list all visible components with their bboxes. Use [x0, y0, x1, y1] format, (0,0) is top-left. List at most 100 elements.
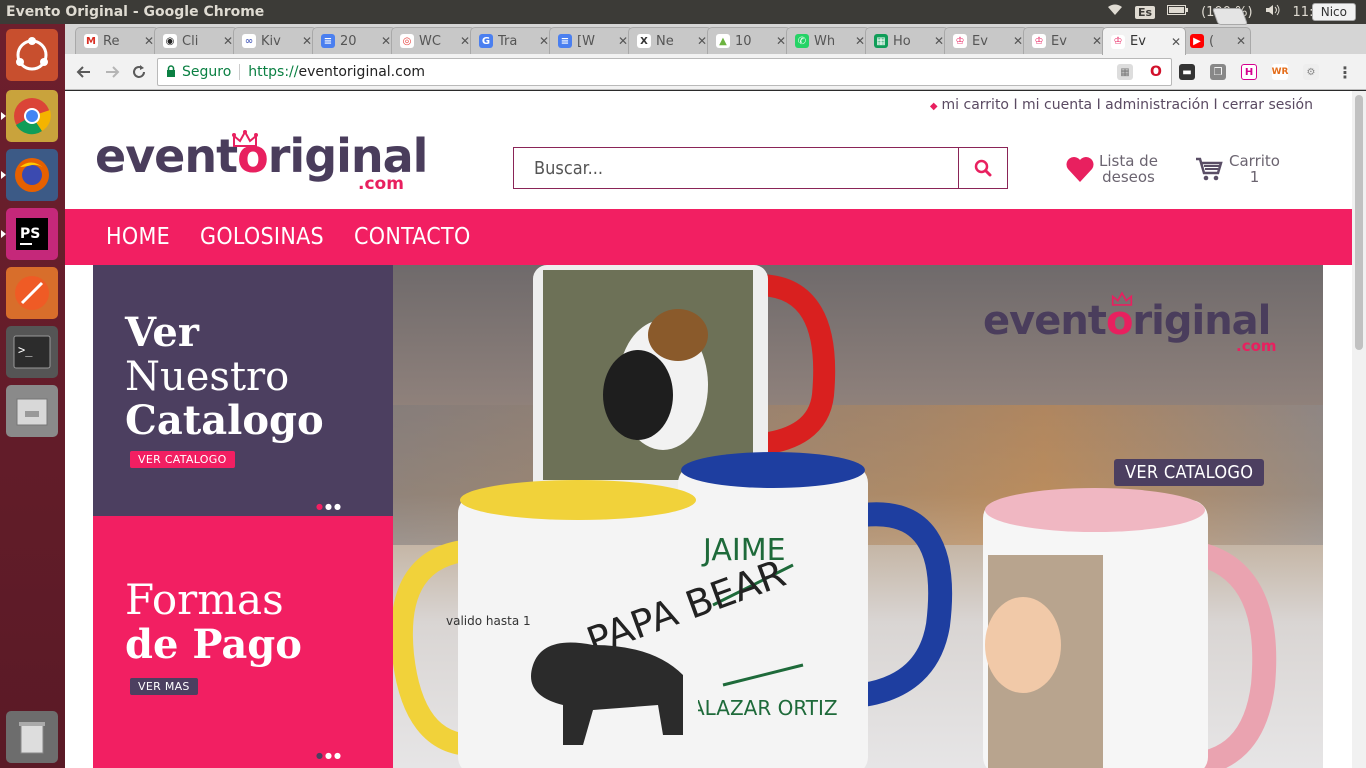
- hero-catalog-button[interactable]: VER CATALOGO: [1114, 459, 1265, 486]
- tab-favicon-icon: ♔: [1111, 34, 1125, 49]
- link-separator: I: [1009, 97, 1023, 113]
- search-input[interactable]: [514, 148, 958, 188]
- security-label[interactable]: Seguro: [182, 64, 231, 80]
- browser-tab[interactable]: G Tra ✕: [470, 27, 554, 54]
- browser-tab[interactable]: ♔ Ev ✕: [944, 27, 1028, 54]
- tab-close-icon[interactable]: ✕: [1092, 34, 1102, 48]
- cart-label: Carrito 1: [1229, 152, 1280, 186]
- volume-icon[interactable]: [1265, 4, 1281, 20]
- tab-close-icon[interactable]: ✕: [934, 34, 944, 48]
- browser-tab[interactable]: ◎ WC ✕: [391, 27, 475, 54]
- tab-close-icon[interactable]: ✕: [855, 34, 865, 48]
- nav-contacto[interactable]: CONTACTO: [354, 224, 471, 250]
- new-tab-button[interactable]: [1211, 8, 1249, 25]
- browser-tab[interactable]: ✆ Wh ✕: [786, 27, 870, 54]
- extension-h-icon[interactable]: H: [1241, 64, 1257, 80]
- files-launcher-icon[interactable]: [6, 385, 58, 437]
- terminal-launcher-icon[interactable]: >_: [6, 326, 58, 378]
- payment-promo-button[interactable]: VER MAS: [130, 678, 198, 695]
- my-account-link[interactable]: mi cuenta: [1022, 97, 1092, 113]
- tab-title: Ne: [656, 33, 674, 49]
- catalog-promo-panel[interactable]: Ver Nuestro Catalogo VER CATALOGO ●●●: [93, 265, 393, 516]
- extension-dark-icon[interactable]: ▬: [1179, 64, 1195, 80]
- browser-tab[interactable]: ♔ Ev ✕: [1023, 27, 1107, 54]
- tab-title: 20: [340, 33, 357, 49]
- extension-windows-icon[interactable]: ❐: [1210, 64, 1226, 80]
- browser-tab[interactable]: X Ne ✕: [628, 27, 712, 54]
- my-cart-link[interactable]: mi carrito: [942, 97, 1009, 113]
- keyboard-language-indicator[interactable]: Es: [1135, 5, 1156, 19]
- scrollbar-thumb[interactable]: [1355, 95, 1363, 350]
- catalog-promo-button[interactable]: VER CATALOGO: [130, 451, 235, 468]
- extension-grid-icon[interactable]: ▦: [1117, 64, 1133, 80]
- tab-close-icon[interactable]: ✕: [144, 34, 154, 48]
- carousel-dots[interactable]: ●●●: [316, 502, 343, 511]
- tab-favicon-icon: ▦: [874, 34, 888, 48]
- browser-tab-strip: M Re ✕ ◉ Cli ✕ ∞ Kiv ✕ ≡ 20 ✕ ◎ WC ✕ G Tra ✕ ≡ [W ✕ X Ne ✕ ▲ 10 ✕ ✆…: [65, 24, 1366, 55]
- extension-settings-icon[interactable]: ⚙: [1303, 64, 1319, 80]
- browser-tab[interactable]: ♔ Ev ✕: [1102, 27, 1186, 55]
- trash-launcher-icon[interactable]: [6, 711, 58, 763]
- browser-tab[interactable]: ▦ Ho ✕: [865, 27, 949, 54]
- browser-tab[interactable]: ◉ Cli ✕: [154, 27, 238, 54]
- tab-title: WC: [419, 33, 441, 49]
- tab-close-icon[interactable]: ✕: [618, 34, 628, 48]
- hero-logo: event o riginal .com: [983, 291, 1277, 354]
- tab-close-icon[interactable]: ✕: [776, 34, 786, 48]
- search-button[interactable]: [958, 148, 1007, 188]
- browser-tab[interactable]: ∞ Kiv ✕: [233, 27, 317, 54]
- admin-link[interactable]: administración: [1105, 97, 1209, 113]
- cart-link[interactable]: Carrito 1: [1195, 153, 1280, 185]
- wifi-icon[interactable]: [1107, 4, 1123, 20]
- hero-banner[interactable]: JAIME ALAZAR ORTIZ PAPA BEAR event o rigin…: [393, 265, 1323, 768]
- lock-icon[interactable]: [166, 64, 176, 80]
- browser-tab[interactable]: ▶ (✕: [1181, 27, 1251, 54]
- tab-close-icon[interactable]: ✕: [1171, 35, 1181, 49]
- nav-golosinas[interactable]: GOLOSINAS: [200, 224, 324, 250]
- user-links: ◆ mi carrito I mi cuenta I administración…: [930, 97, 1313, 113]
- url-scheme: https://: [248, 64, 299, 80]
- chrome-launcher-icon[interactable]: [1, 90, 58, 142]
- payment-promo-panel[interactable]: Formas de Pago VER MAS ●●●: [93, 516, 393, 768]
- browser-menu-icon[interactable]: ⋮: [1337, 63, 1353, 82]
- tab-close-icon[interactable]: ✕: [539, 34, 549, 48]
- site-logo[interactable]: event o riginal .com: [95, 130, 428, 193]
- browser-tab[interactable]: ≡ [W ✕: [549, 27, 633, 54]
- wishlist-link[interactable]: Lista de deseos: [1065, 153, 1158, 185]
- hero-logo-riginal: riginal: [1132, 298, 1271, 344]
- mug-surname-text: ALAZAR ORTIZ: [691, 696, 838, 720]
- tab-close-icon[interactable]: ✕: [1013, 34, 1023, 48]
- forward-button[interactable]: [101, 61, 123, 83]
- tab-close-icon[interactable]: ✕: [302, 34, 312, 48]
- opera-extension-icon[interactable]: O: [1148, 64, 1164, 80]
- tab-close-icon[interactable]: ✕: [1236, 34, 1246, 48]
- nav-home[interactable]: HOME: [106, 224, 170, 250]
- tab-close-icon[interactable]: ✕: [381, 34, 391, 48]
- browser-tab[interactable]: M Re ✕: [75, 27, 159, 54]
- tab-close-icon[interactable]: ✕: [223, 34, 233, 48]
- logout-link[interactable]: cerrar sesión: [1222, 97, 1313, 113]
- search-icon: [974, 159, 992, 177]
- tab-title: Kiv: [261, 33, 281, 49]
- carousel-dots[interactable]: ●●●: [316, 751, 343, 760]
- crown-icon: [232, 130, 258, 147]
- postman-launcher-icon[interactable]: [6, 267, 58, 319]
- tab-favicon-icon: G: [479, 34, 493, 48]
- browser-tab[interactable]: ≡ 20 ✕: [312, 27, 396, 54]
- phpstorm-launcher-icon[interactable]: PS: [1, 208, 58, 260]
- firefox-launcher-icon[interactable]: [1, 149, 58, 201]
- profile-button[interactable]: Nico: [1311, 3, 1356, 21]
- battery-icon[interactable]: [1167, 4, 1189, 20]
- reload-button[interactable]: [128, 61, 150, 83]
- tab-close-icon[interactable]: ✕: [460, 34, 470, 48]
- web-page: ◆ mi carrito I mi cuenta I administración…: [65, 91, 1352, 768]
- tab-close-icon[interactable]: ✕: [697, 34, 707, 48]
- back-button[interactable]: [73, 61, 95, 83]
- browser-tab[interactable]: ▲ 10 ✕: [707, 27, 791, 54]
- ubuntu-dash-icon[interactable]: [6, 29, 58, 81]
- tab-favicon-icon: ◎: [400, 34, 414, 48]
- page-scrollbar[interactable]: [1352, 91, 1366, 768]
- catalog-promo-title: Ver Nuestro Catalogo: [125, 309, 324, 444]
- address-bar[interactable]: Seguro https:// eventoriginal.com ☆: [157, 58, 1172, 86]
- extension-wr-icon[interactable]: WR: [1272, 64, 1288, 80]
